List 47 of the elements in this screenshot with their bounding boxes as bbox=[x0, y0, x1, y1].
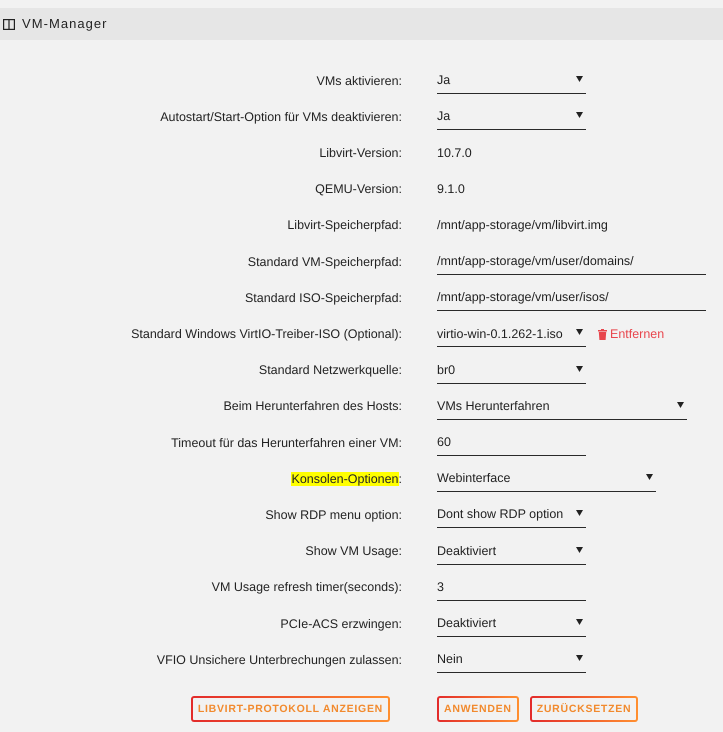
caret-icon bbox=[576, 366, 583, 372]
dropdown[interactable]: br0 bbox=[437, 358, 586, 384]
caret-icon bbox=[576, 510, 583, 516]
field-label: Autostart/Start-Option für VMs deaktivieren: bbox=[160, 108, 402, 126]
section-title: VM-Manager bbox=[22, 15, 108, 34]
field-label: Standard ISO-Speicherpfad: bbox=[244, 290, 402, 307]
dropdown[interactable]: Deaktiviert bbox=[437, 538, 586, 565]
dropdown[interactable]: Ja bbox=[437, 104, 586, 130]
setting-value: 9.1.0 bbox=[437, 181, 465, 198]
field-label: PCIe-ACS erzwingen: bbox=[280, 616, 402, 633]
field-label: Beim Herunterfahren des Hosts: bbox=[223, 398, 402, 416]
caret-icon bbox=[576, 618, 583, 625]
dropdown[interactable]: Dont show RDP option bbox=[437, 502, 586, 528]
field-label: Konsolen-Optionen: bbox=[291, 470, 402, 488]
text-input[interactable]: /mnt/app-storage/vm/user/domains/ bbox=[437, 249, 706, 276]
text-input[interactable]: /mnt/app-storage/vm/user/isos/ bbox=[437, 285, 706, 312]
columns-icon bbox=[3, 18, 15, 30]
field-label: Libvirt-Version: bbox=[319, 145, 402, 162]
field-label: Show VM Usage: bbox=[305, 543, 402, 560]
dropdown[interactable]: Webinterface bbox=[437, 466, 656, 492]
setting-value: 10.7.0 bbox=[437, 145, 472, 162]
text-input[interactable]: 3 bbox=[437, 574, 586, 601]
field-label: VM Usage refresh timer(seconds): bbox=[212, 579, 402, 596]
dropdown[interactable]: Ja bbox=[437, 68, 586, 94]
caret-icon bbox=[576, 546, 583, 553]
field-label: Libvirt-Speicherpfad: bbox=[287, 217, 402, 234]
setting-value: /mnt/app-storage/vm/libvirt.img bbox=[437, 217, 608, 234]
dropdown[interactable]: VMs Herunterfahren bbox=[437, 394, 687, 420]
caret-icon bbox=[576, 329, 583, 336]
caret-icon bbox=[576, 112, 583, 118]
field-label: QEMU-Version: bbox=[315, 181, 402, 198]
trash-icon bbox=[598, 328, 607, 340]
dropdown[interactable]: Deaktiviert bbox=[437, 610, 586, 637]
field-label: Standard Netzwerkquelle: bbox=[258, 362, 402, 380]
field-label: Timeout für das Herunterfahren einer VM: bbox=[171, 434, 402, 452]
text-input[interactable]: 60 bbox=[437, 430, 586, 456]
field-label: Standard Windows VirtIO-Treiber-ISO (Optional): bbox=[131, 326, 402, 344]
field-label: VFIO Unsichere Unterbrechungen zulassen: bbox=[156, 652, 402, 669]
field-label: Show RDP menu option: bbox=[265, 506, 402, 524]
field-label: Standard VM-Speicherpfad: bbox=[248, 254, 402, 271]
caret-icon bbox=[677, 402, 684, 408]
caret-icon bbox=[576, 655, 583, 662]
caret-icon bbox=[646, 474, 653, 480]
field-label: VMs aktivieren: bbox=[316, 72, 402, 90]
dropdown[interactable]: Nein bbox=[437, 647, 586, 674]
dropdown[interactable]: virtio-win-0.1.262-1.iso bbox=[437, 321, 586, 348]
caret-icon bbox=[576, 76, 583, 82]
